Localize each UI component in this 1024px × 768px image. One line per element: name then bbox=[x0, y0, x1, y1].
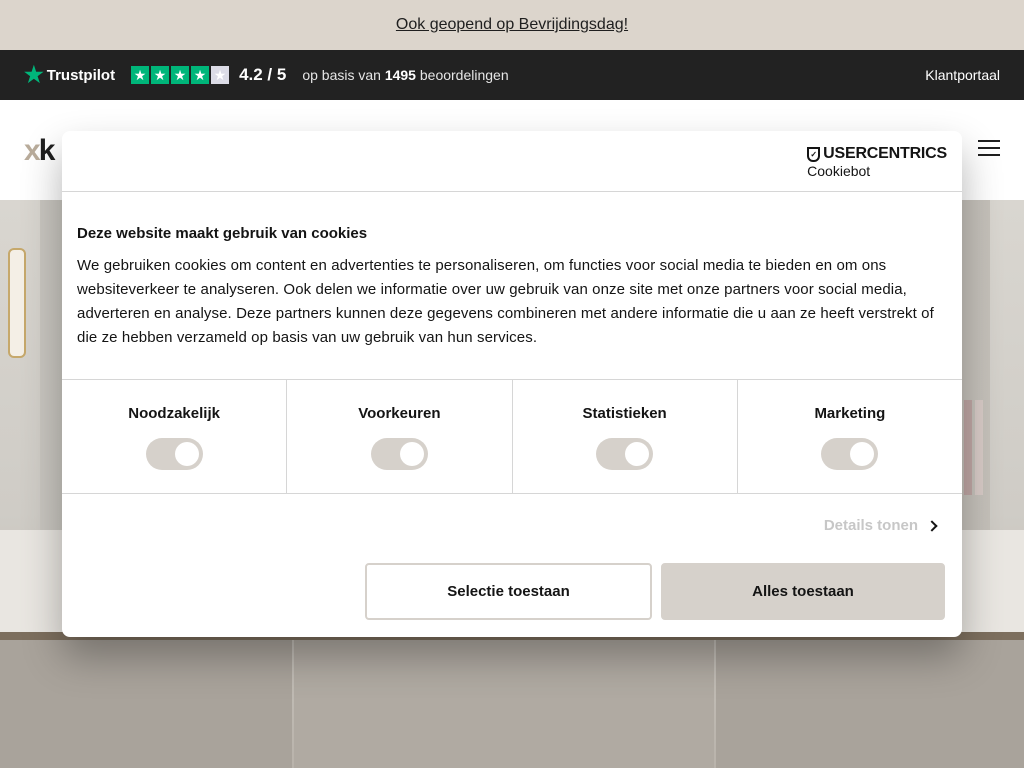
trustpilot-logo[interactable]: ★ Trustpilot bbox=[24, 64, 115, 86]
category-label: Voorkeuren bbox=[358, 405, 441, 422]
klantportaal-link[interactable]: Klantportaal bbox=[925, 67, 1000, 83]
announcement-bar: Ook geopend op Bevrijdingsdag! bbox=[0, 0, 1024, 50]
dialog-title: Deze website maakt gebruik van cookies bbox=[77, 225, 368, 242]
category-label: Noodzakelijk bbox=[128, 405, 220, 422]
star-icon: ★ bbox=[151, 66, 170, 84]
trustpilot-brand: Trustpilot bbox=[46, 66, 116, 84]
usercentrics-logo: ✓ USERCENTRICS Cookiebot bbox=[807, 145, 947, 178]
trustpilot-star-icon: ★ bbox=[24, 62, 44, 87]
brand-product: Cookiebot bbox=[807, 163, 871, 179]
category-marketing: Marketing bbox=[738, 380, 962, 493]
cookie-consent-dialog: ✓ USERCENTRICS Cookiebot Deze website ma… bbox=[62, 131, 962, 637]
details-label: Details tonen bbox=[823, 517, 918, 534]
trustpilot-score: 4.2 / 5 bbox=[239, 65, 287, 84]
statistieken-toggle[interactable] bbox=[596, 438, 654, 470]
cabinet-door bbox=[294, 640, 714, 768]
chevron-right-icon bbox=[926, 519, 938, 532]
star-icon: ★ bbox=[131, 66, 150, 84]
trustpilot-rating-stars: ★ ★ ★ ★ ★ bbox=[131, 66, 230, 84]
brand-name: USERCENTRICS bbox=[823, 145, 947, 162]
trustpilot-review-count: op basis van 1495 beoordelingen bbox=[302, 67, 508, 83]
star-icon: ★ bbox=[191, 66, 210, 84]
cabinet-door bbox=[716, 640, 1024, 768]
cookie-categories: Noodzakelijk Voorkeuren Statistieken Mar… bbox=[62, 380, 962, 494]
star-empty-icon: ★ bbox=[211, 66, 230, 84]
shield-icon: ✓ bbox=[807, 146, 821, 162]
toggle-knob bbox=[399, 442, 424, 466]
dialog-body: Deze website maakt gebruik van cookies W… bbox=[62, 192, 962, 380]
category-noodzakelijk: Noodzakelijk bbox=[62, 380, 288, 493]
cabinet-door bbox=[0, 640, 292, 768]
dialog-header: ✓ USERCENTRICS Cookiebot bbox=[62, 131, 962, 192]
wall-lamp bbox=[8, 248, 26, 358]
basis-suffix: beoordelingen bbox=[419, 67, 509, 83]
dialog-description: We gebruiken cookies om content en adver… bbox=[77, 257, 934, 346]
star-icon: ★ bbox=[171, 66, 190, 84]
basis-prefix: op basis van bbox=[302, 67, 381, 83]
announcement-link[interactable]: Ook geopend op Bevrijdingsdag! bbox=[396, 16, 628, 34]
trustpilot-bar: ★ Trustpilot ★ ★ ★ ★ ★ 4.2 / 5 op basis … bbox=[0, 50, 1024, 100]
toggle-knob bbox=[625, 442, 650, 466]
toggle-knob bbox=[174, 442, 199, 466]
marketing-toggle[interactable] bbox=[821, 438, 879, 470]
allow-selection-button[interactable]: Selectie toestaan bbox=[365, 563, 652, 620]
review-count: 1495 bbox=[384, 67, 416, 83]
details-toggle-link[interactable]: Details tonen bbox=[823, 517, 938, 534]
site-logo[interactable]: xk bbox=[24, 134, 55, 168]
category-statistieken: Statistieken bbox=[513, 380, 738, 493]
category-label: Marketing bbox=[814, 405, 886, 422]
book bbox=[975, 400, 983, 495]
noodzakelijk-toggle[interactable] bbox=[145, 438, 203, 470]
voorkeuren-toggle[interactable] bbox=[370, 438, 428, 470]
allow-all-button[interactable]: Alles toestaan bbox=[661, 563, 945, 620]
category-voorkeuren: Voorkeuren bbox=[287, 380, 513, 493]
toggle-knob bbox=[850, 442, 875, 466]
hamburger-menu-icon[interactable] bbox=[978, 140, 1000, 156]
category-label: Statistieken bbox=[582, 405, 667, 422]
book bbox=[964, 400, 972, 495]
